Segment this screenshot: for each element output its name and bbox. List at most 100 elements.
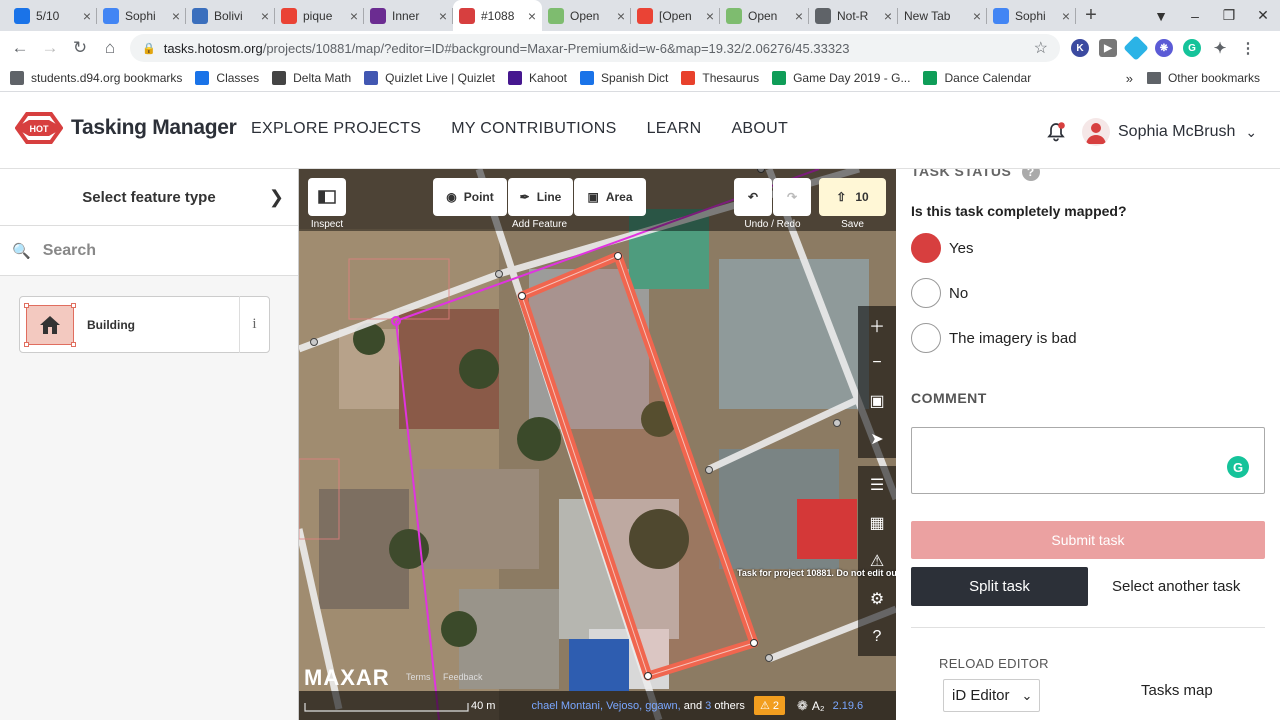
bookmark-item[interactable]: Kahoot [507,71,567,85]
zoom-in-button[interactable]: ＋ [858,306,896,344]
browser-tab[interactable]: pique × [275,0,364,31]
bookmark-item[interactable]: Thesaurus [681,71,759,85]
extensions-puzzle-icon[interactable]: ✦ [1211,39,1229,57]
radio-bad-imagery[interactable]: The imagery is bad [911,323,1077,353]
split-task-button[interactable]: Split task [911,567,1088,606]
zoom-out-button[interactable]: − [858,344,896,382]
radio-yes[interactable]: Yes [911,233,973,263]
address-bar[interactable]: 🔒 tasks.hotosm.org/projects/10881/map/?e… [130,34,1060,62]
user-menu[interactable]: Sophia McBrush ⌄ [1046,118,1257,146]
bookmark-item[interactable]: Dance Calendar [923,71,1031,85]
close-tab-icon[interactable]: × [172,8,180,24]
extension-k-icon[interactable]: K [1071,39,1089,57]
radio-no-circle[interactable] [911,278,941,308]
back-button[interactable]: ← [5,38,35,58]
help-icon[interactable]: ? [1021,169,1040,181]
bookmark-star-icon[interactable]: ☆ [1034,38,1048,58]
radio-no[interactable]: No [911,278,968,308]
feedback-link[interactable]: Feedback [443,672,483,682]
bookmark-item[interactable]: students.d94.org bookmarks [10,71,182,85]
browser-tab[interactable]: New Tab × [898,0,987,31]
browser-tab[interactable]: Not-R × [809,0,898,31]
translate-icon[interactable]: A₂ [812,699,825,713]
chevron-double-right-icon[interactable]: » [1126,71,1133,86]
comment-textarea[interactable]: G [911,427,1265,494]
bookmark-item[interactable]: Delta Math [272,71,351,85]
close-tab-icon[interactable]: × [83,8,91,24]
restore-button[interactable]: ❐ [1212,7,1246,24]
close-tab-icon[interactable]: × [350,8,358,24]
select-another-task-button[interactable]: Select another task [1112,567,1242,606]
close-tab-icon[interactable]: × [973,8,981,24]
other-bookmarks[interactable]: » Other bookmarks [1126,71,1260,86]
terms-link[interactable]: Terms [406,672,431,682]
nav-about[interactable]: ABOUT [731,120,788,138]
inspect-button[interactable] [308,178,346,216]
close-tab-icon[interactable]: × [706,8,714,24]
radio-yes-circle[interactable] [911,233,941,263]
minimize-button[interactable]: – [1178,8,1212,24]
close-tab-icon[interactable]: × [795,8,803,24]
browser-tab[interactable]: Inner × [364,0,453,31]
tasking-manager-logo[interactable]: HOT Tasking Manager [14,112,237,144]
preferences-button[interactable]: ⚙ [858,580,896,618]
bookmark-item[interactable]: Classes [195,71,259,85]
bookmark-item[interactable]: Quizlet Live | Quizlet [364,71,495,85]
add-line-button[interactable]: ✒ Line [508,178,573,216]
avatar[interactable] [1082,118,1110,146]
save-button[interactable]: ⇧ 10 [819,178,886,216]
nav-explore-projects[interactable]: EXPLORE PROJECTS [251,120,421,138]
attribution-count[interactable]: 3 [705,700,711,712]
submit-task-button[interactable]: Submit task [911,521,1265,559]
help-button[interactable]: ? [858,618,896,656]
close-tab-icon[interactable]: × [617,8,625,24]
editor-select[interactable]: iD Editor ⌄ [943,679,1040,712]
add-area-button[interactable]: ▣ Area [574,178,646,216]
extension-gear-icon[interactable]: ❋ [1155,39,1173,57]
preset-search-input[interactable] [42,241,262,260]
browser-tab[interactable]: 5/10 × [8,0,97,31]
tab-search-icon[interactable]: ▼ [1144,8,1178,24]
zoom-to-selection-button[interactable]: ▣ [858,382,896,420]
map-data-button[interactable]: ▦ [858,504,896,542]
browser-tab[interactable]: Sophi × [987,0,1076,31]
geolocate-button[interactable]: ➤ [858,420,896,458]
grammarly-icon[interactable]: G [1227,456,1249,478]
menu-kebab-icon[interactable]: ⋮ [1239,39,1257,57]
preset-info-icon[interactable]: i [239,296,269,353]
browser-tab[interactable]: Open × [542,0,631,31]
reload-button[interactable]: ↻ [65,38,95,58]
forward-button[interactable]: → [35,38,65,58]
extension-diamond-icon[interactable] [1123,35,1149,61]
new-tab-button[interactable]: + [1076,0,1106,31]
add-point-button[interactable]: ◉ Point [433,178,507,216]
redo-button[interactable]: ↷ [773,178,811,216]
satellite-imagery[interactable] [299,169,896,720]
close-tab-icon[interactable]: × [1062,8,1070,24]
nav-my-contributions[interactable]: MY CONTRIBUTIONS [451,120,616,138]
bookmark-item[interactable]: Spanish Dict [580,71,668,85]
close-tab-icon[interactable]: × [439,8,447,24]
browser-tab[interactable]: Sophi × [97,0,186,31]
extension-media-icon[interactable]: ▶ [1099,39,1117,57]
close-tab-icon[interactable]: × [884,8,892,24]
close-tab-icon[interactable]: × [261,8,269,24]
close-window-button[interactable]: ✕ [1246,7,1280,24]
bug-icon[interactable]: ❁ [797,698,808,714]
browser-tab[interactable]: Bolivi × [186,0,275,31]
background-layers-button[interactable]: ☰ [858,466,896,504]
map-editor[interactable]: Inspect ◉ Point ✒ Line ▣ Area Add Feature ↶… [299,169,896,720]
browser-tab[interactable]: #1088 × [453,0,542,31]
browser-tab[interactable]: [Open × [631,0,720,31]
grammarly-icon[interactable]: G [1183,39,1201,57]
close-tab-icon[interactable]: × [528,8,536,24]
nav-learn[interactable]: LEARN [647,120,702,138]
issues-badge[interactable]: ⚠ 2 [753,696,785,715]
radio-bad-imagery-circle[interactable] [911,323,941,353]
preset-building[interactable]: Building i [19,296,270,353]
chevron-down-icon[interactable]: ⌄ [1245,124,1257,141]
home-button[interactable]: ⌂ [95,38,125,58]
attribution-names[interactable]: chael Montani, Vejoso, ggawn, [531,700,680,712]
undo-button[interactable]: ↶ [734,178,772,216]
browser-tab[interactable]: Open × [720,0,809,31]
